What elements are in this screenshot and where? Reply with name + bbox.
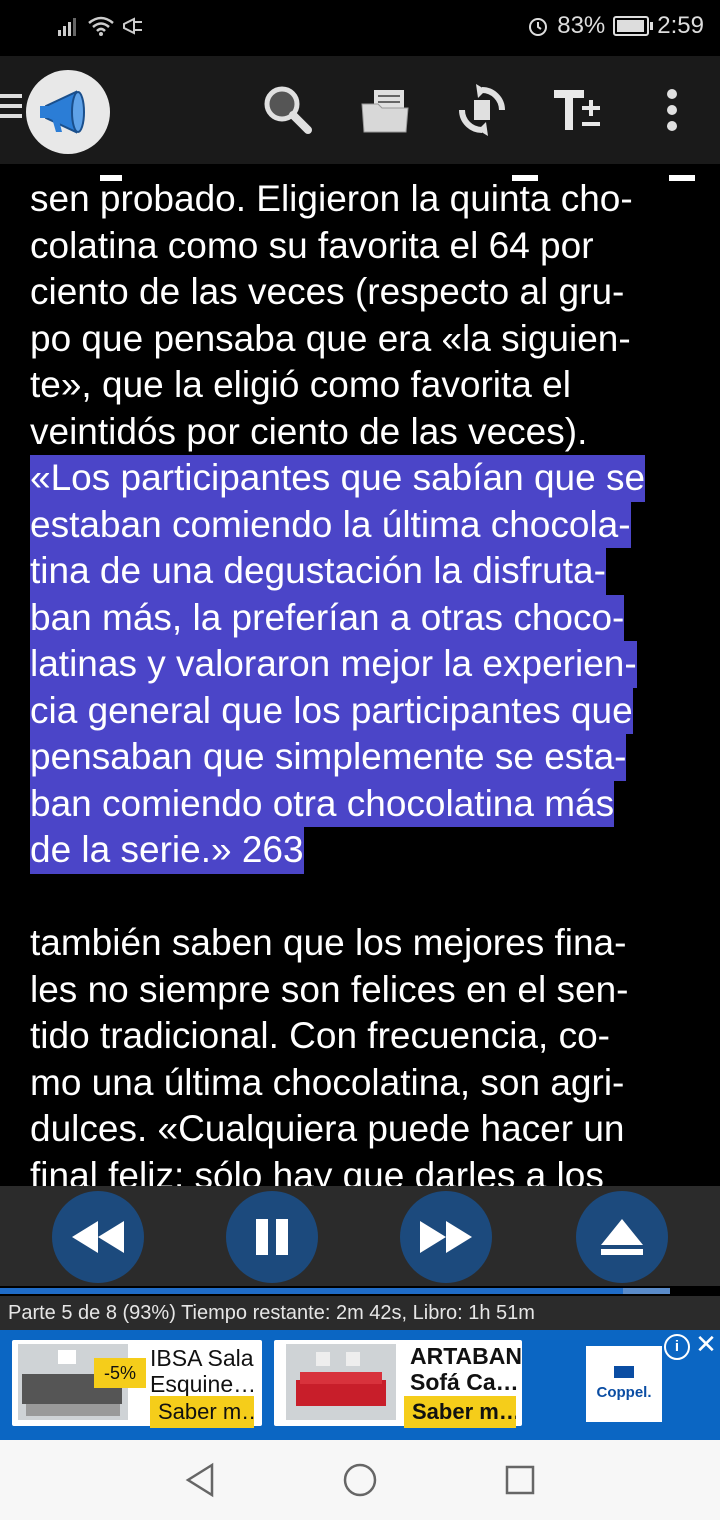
eject-button[interactable]	[576, 1191, 668, 1283]
status-right: 83% 2:59	[527, 12, 704, 40]
text-line: colatina como su favorita el 64 por	[30, 224, 594, 266]
megaphone-icon[interactable]	[26, 70, 110, 154]
notification-icon	[123, 17, 142, 35]
rewind-icon	[72, 1221, 124, 1253]
coppel-logo[interactable]: Coppel.	[586, 1346, 662, 1422]
ad-cta-button[interactable]: Saber m…	[404, 1396, 516, 1428]
text-size-icon[interactable]	[550, 82, 606, 138]
text-line: po que pensaba que era «la siguien-	[30, 317, 631, 359]
folder-icon[interactable]	[358, 82, 414, 138]
text-line: mo una última chocolatina, son agri-	[30, 1061, 625, 1103]
text-line: dulces. «Cualquiera puede hacer un	[30, 1108, 625, 1149]
highlighted-line[interactable]: latinas y valoraron mejor la experien-	[30, 641, 637, 688]
eject-icon	[601, 1219, 643, 1255]
status-bar: 83% 2:59	[0, 0, 720, 56]
paragraph: sen probado. Eligieron la quinta cho- co…	[30, 176, 710, 874]
highlighted-line[interactable]: de la serie.» 263	[30, 827, 304, 874]
pause-button[interactable]	[226, 1191, 318, 1283]
text-line: sen probado. Eligieron la quinta cho-	[30, 178, 633, 219]
ad-info-icon[interactable]: i	[664, 1334, 690, 1360]
battery-percent: 83%	[557, 12, 606, 39]
ad-title: IBSA Sala	[150, 1345, 254, 1371]
ad-card-2[interactable]: ARTABAN Sofá Ca… Saber m…	[274, 1340, 523, 1428]
pause-icon	[256, 1219, 288, 1255]
highlighted-line[interactable]: «Los participantes que sabían que se	[30, 455, 646, 502]
playback-progress-fill	[0, 1288, 624, 1294]
text-line: final feliz: sólo hay que darles a los	[30, 1154, 604, 1187]
highlighted-line[interactable]: ban comiendo otra chocolatina más	[30, 780, 615, 827]
search-icon[interactable]	[258, 82, 314, 138]
highlighted-line[interactable]: estaban comiendo la última chocola-	[30, 501, 631, 548]
text-line: te», que la eligió como favorita el	[30, 364, 571, 405]
signal-icon	[58, 18, 76, 36]
brand-name: Coppel.	[596, 1384, 652, 1401]
ad-title: Sofá Ca…	[410, 1369, 519, 1395]
highlighted-line[interactable]: ban más, la preferían a otras choco-	[30, 594, 625, 641]
back-icon[interactable]	[184, 1462, 216, 1498]
alarm-icon	[529, 18, 548, 36]
ad-title: ARTABAN	[410, 1343, 523, 1369]
paragraph: también saben que los mejores fina- les …	[30, 920, 710, 1186]
text-line: también saben que los mejores fina-	[30, 922, 627, 963]
system-nav-bar	[0, 1440, 720, 1520]
ad-banner[interactable]: -5% IBSA Sala Esquine… Saber m… ARTABAN …	[0, 1330, 720, 1440]
reader-text-area[interactable]: sen probado. Eligieron la quinta cho- co…	[0, 164, 720, 1186]
ad-close-icon[interactable]: ✕	[694, 1331, 718, 1357]
text-line: les no siempre son felices en el sen-	[30, 968, 629, 1010]
text-line: ciento de las veces (respecto al gru-	[30, 271, 625, 312]
status-left-icons	[58, 16, 144, 36]
ad-cta-button[interactable]: Saber m…	[150, 1396, 254, 1428]
fast-forward-icon	[420, 1221, 472, 1253]
playback-progress-bar[interactable]	[0, 1288, 670, 1294]
highlighted-line[interactable]: pensaban que simplemente se esta-	[30, 734, 627, 781]
more-vert-icon[interactable]	[644, 82, 700, 138]
home-icon[interactable]	[342, 1462, 378, 1498]
menu-icon[interactable]	[0, 94, 22, 124]
text-line: tido tradicional. Con frecuencia, co-	[30, 1015, 610, 1056]
app-toolbar	[0, 56, 720, 164]
battery-icon	[613, 16, 654, 36]
ad-card-1[interactable]: -5% IBSA Sala Esquine… Saber m…	[12, 1340, 262, 1428]
highlighted-line[interactable]: cia general que los participantes que	[30, 687, 633, 734]
rewind-button[interactable]	[52, 1191, 144, 1283]
recents-icon[interactable]	[504, 1464, 536, 1496]
fast-forward-button[interactable]	[400, 1191, 492, 1283]
discount-badge: -5%	[94, 1358, 146, 1388]
sync-icon[interactable]	[454, 82, 510, 138]
playback-info: Parte 5 de 8 (93%) Tiempo restante: 2m 4…	[0, 1296, 720, 1330]
sofa-image	[286, 1344, 396, 1420]
text-line: veintidós por ciento de las veces).	[30, 410, 588, 452]
clock: 2:59	[657, 12, 704, 39]
wifi-icon	[88, 16, 114, 36]
player-controls	[0, 1186, 720, 1286]
highlighted-line[interactable]: tina de una degustación la disfruta-	[30, 548, 606, 595]
ad-title: Esquine…	[150, 1371, 257, 1397]
